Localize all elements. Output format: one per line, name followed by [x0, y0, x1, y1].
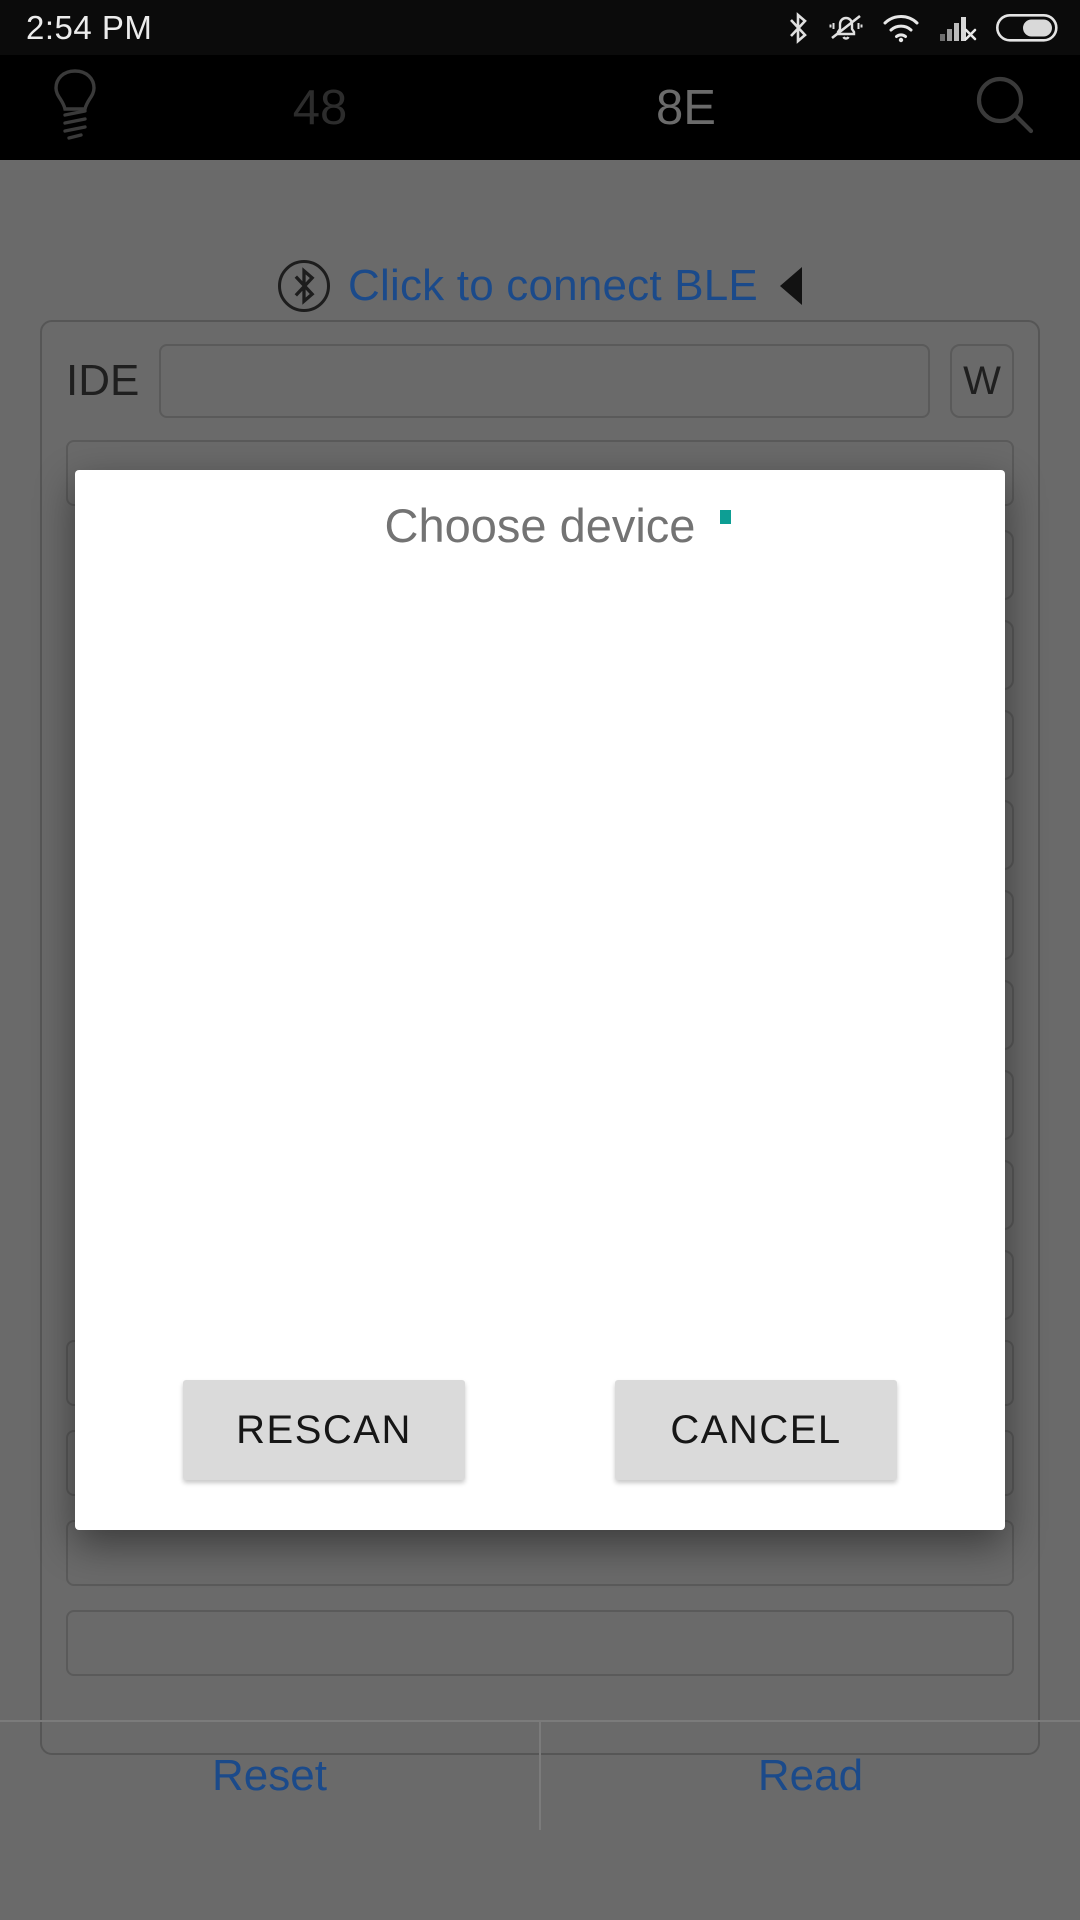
- dialog-action-row: RESCAN CANCEL: [75, 1330, 1005, 1530]
- dialog-title-row: Choose device: [75, 470, 1005, 580]
- scanning-spinner-icon: [720, 510, 731, 524]
- cancel-button[interactable]: CANCEL: [615, 1380, 897, 1480]
- phone-screen: 2:54 PM 48 8E Click to connect BLE IDE W…: [0, 0, 1080, 1920]
- device-list[interactable]: [75, 580, 1005, 1330]
- rescan-button[interactable]: RESCAN: [183, 1380, 465, 1480]
- dialog-title: Choose device: [384, 498, 696, 552]
- choose-device-dialog: Choose device RESCAN CANCEL: [75, 470, 1005, 1530]
